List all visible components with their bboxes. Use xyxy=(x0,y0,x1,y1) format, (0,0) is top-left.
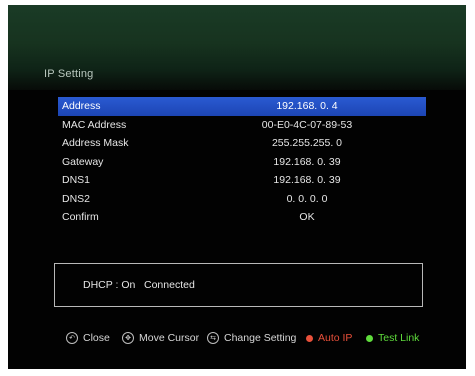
tv-screen: IP Setting Address 192.168. 0. 4 MAC Add… xyxy=(8,5,466,369)
row-mac-address[interactable]: MAC Address 00-E0-4C-07-89-53 xyxy=(58,116,426,135)
row-dns1[interactable]: DNS1 192.168. 0. 39 xyxy=(58,171,426,190)
red-button-icon xyxy=(306,334,313,342)
row-value: 192.168. 0. 39 xyxy=(273,155,341,168)
exit-icon: ↶ xyxy=(66,332,78,344)
row-value: 0. 0. 0. 0 xyxy=(286,192,328,205)
row-address-mask[interactable]: Address Mask 255.255.255. 0 xyxy=(58,134,426,153)
move-cursor-label: Move Cursor xyxy=(139,332,200,344)
page-title: IP Setting xyxy=(44,68,94,80)
status-box: DHCP : On Connected xyxy=(54,263,423,307)
dhcp-status: DHCP : On xyxy=(83,279,136,291)
row-confirm[interactable]: Confirm OK xyxy=(58,208,426,227)
row-value: 255.255.255. 0 xyxy=(271,137,343,149)
change-setting-label: Change Setting xyxy=(224,332,297,344)
footer-auto-ip[interactable]: Auto IP xyxy=(306,332,352,344)
green-button-icon xyxy=(366,334,373,342)
row-address[interactable]: Address 192.168. 0. 4 xyxy=(58,97,426,116)
row-gateway[interactable]: Gateway 192.168. 0. 39 xyxy=(58,153,426,172)
row-value: 00-E0-4C-07-89-53 xyxy=(261,118,353,131)
footer-test-link[interactable]: Test Link xyxy=(366,332,419,344)
footer-change-setting[interactable]: ⇆ Change Setting xyxy=(207,332,296,344)
dpad-icon: ✥ xyxy=(122,332,134,344)
footer-close[interactable]: ↶ Close xyxy=(66,332,110,344)
auto-ip-label: Auto IP xyxy=(318,332,353,344)
footer-move-cursor[interactable]: ✥ Move Cursor xyxy=(122,332,199,344)
row-value: 192.168. 0. 39 xyxy=(273,174,341,186)
ip-settings-list: Address 192.168. 0. 4 MAC Address 00-E0-… xyxy=(58,97,426,227)
confirm-ok-button[interactable]: OK xyxy=(58,211,426,223)
footer-help-bar: ↶ Close ✥ Move Cursor ⇆ Change Setting A… xyxy=(8,329,466,349)
row-value: 192.168. 0. 4 xyxy=(276,100,338,112)
close-label: Close xyxy=(83,332,110,344)
connection-status: Connected xyxy=(144,279,195,291)
left-right-icon: ⇆ xyxy=(207,332,219,344)
test-link-label: Test Link xyxy=(378,332,420,344)
row-dns2[interactable]: DNS2 0. 0. 0. 0 xyxy=(58,190,426,209)
